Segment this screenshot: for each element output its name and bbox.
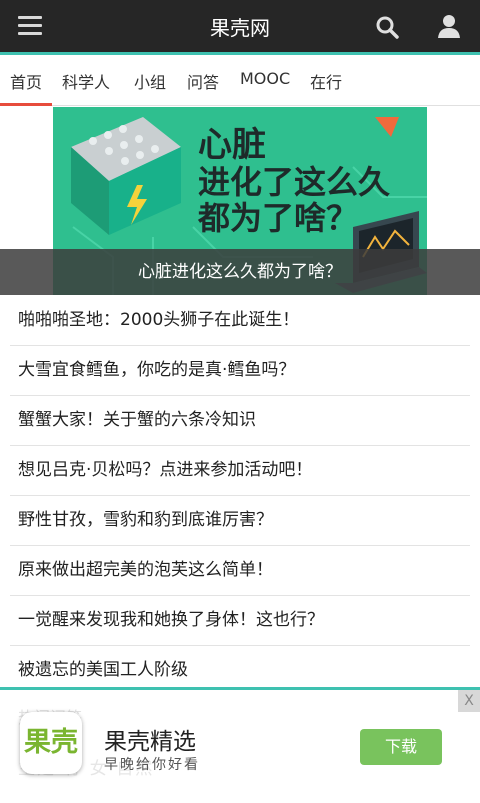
banner-caption[interactable]: 心脏进化这么久都为了啥？: [0, 249, 480, 295]
ad-close-button[interactable]: X: [458, 690, 480, 712]
tab-scientific-american[interactable]: 科学人: [62, 69, 110, 93]
list-item[interactable]: 啪啪啪圣地：2000头狮子在此诞生！: [10, 296, 470, 346]
article-list: 啪啪啪圣地：2000头狮子在此诞生！ 大雪宜食鳕鱼，你吃的是真·鳕鱼吗？ 蟹蟹大…: [10, 296, 470, 695]
list-item[interactable]: 想见吕克·贝松吗？点进来参加活动吧！: [10, 446, 470, 496]
tab-home[interactable]: 首页: [10, 69, 42, 93]
search-icon[interactable]: [374, 14, 400, 40]
banner-heading-line3: 都为了啥？: [198, 199, 359, 237]
user-icon[interactable]: [436, 13, 462, 39]
ad-subtitle: 早晚给你好看: [104, 757, 200, 773]
download-button[interactable]: 下载: [360, 729, 442, 765]
active-tab-indicator: [0, 103, 52, 106]
list-item[interactable]: 野性甘孜，雪豹和豹到底谁厉害？: [10, 496, 470, 546]
list-item[interactable]: 原来做出超完美的泡芙这么简单！: [10, 546, 470, 596]
tab-groups[interactable]: 小组: [134, 69, 166, 93]
tab-mooc[interactable]: MOOC: [240, 69, 290, 88]
list-item[interactable]: 大雪宜食鳕鱼，你吃的是真·鳕鱼吗？: [10, 346, 470, 396]
top-bar: 果壳网: [0, 0, 480, 52]
ad-title: 果壳精选: [104, 729, 196, 755]
tab-qa[interactable]: 问答: [187, 69, 219, 93]
guokr-app-logo: 果壳: [20, 712, 82, 774]
app-title: 果壳网: [210, 16, 270, 40]
list-item[interactable]: 一觉醒来发现我和她换了身体！这也行？: [10, 596, 470, 646]
category-tabs: 首页 科学人 小组 问答 MOOC 在行: [0, 55, 480, 106]
list-item[interactable]: 蟹蟹大家！关于蟹的六条冷知识: [10, 396, 470, 446]
app-download-ad: 热门问答 主是 有 女 自然 X 果壳 果壳精选 早晚给你好看 下载: [0, 687, 480, 803]
tab-zaihang[interactable]: 在行: [310, 69, 342, 93]
